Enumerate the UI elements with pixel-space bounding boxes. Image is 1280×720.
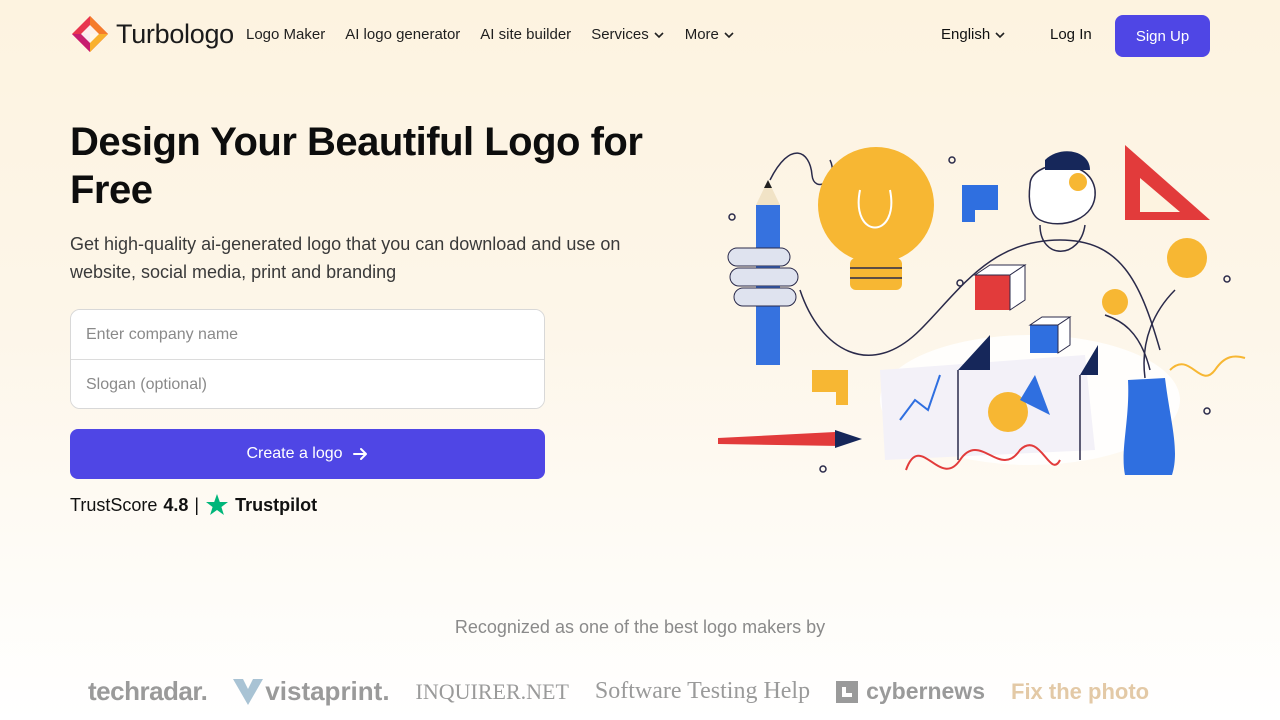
create-logo-label: Create a logo — [246, 445, 343, 462]
triangle-ruler-icon — [1125, 145, 1210, 220]
hero-title: Design Your Beautiful Logo for Free — [70, 120, 643, 212]
cybernews-mark-icon — [836, 680, 859, 703]
red-cube-icon — [973, 264, 1027, 311]
blue-cube-icon — [1028, 316, 1072, 354]
yellow-flag-shape — [812, 370, 848, 405]
chevron-down-icon — [995, 31, 1005, 38]
main-nav: Logo Maker AI logo generator AI site bui… — [246, 26, 735, 43]
pen-brush-icon — [718, 430, 862, 448]
login-link[interactable]: Log In — [1050, 26, 1092, 43]
blue-flag-shape — [962, 185, 998, 222]
brand-logo[interactable]: Turbologo — [70, 14, 234, 54]
nav-logo-maker[interactable]: Logo Maker — [246, 26, 325, 43]
trustpilot-name: Trustpilot — [235, 494, 318, 515]
top-navbar: Turbologo Logo Maker AI logo generator A… — [0, 0, 1280, 72]
yellow-wave-line — [1169, 355, 1246, 377]
press-logo-techradar: techradar. — [88, 676, 208, 706]
press-logo-software-testing-help: Software Testing Help — [594, 678, 811, 704]
hero-subtitle: Get high-quality ai-generated logo that … — [70, 234, 621, 282]
trustscore-value: 4.8 — [163, 494, 189, 515]
nav-more-dropdown[interactable]: More — [685, 26, 735, 43]
company-name-input[interactable] — [71, 310, 544, 359]
signup-button[interactable]: Sign Up — [1115, 15, 1210, 57]
vistaprint-mark-icon — [233, 678, 264, 705]
hero-illustration — [718, 145, 1246, 475]
nav-label: More — [684, 26, 719, 43]
vistaprint-text: vistaprint. — [265, 676, 390, 706]
hand-icon — [727, 247, 799, 307]
trustpilot-rating[interactable]: TrustScore 4.8 | Trustpilot — [70, 493, 317, 517]
trustscore-label: TrustScore — [70, 494, 158, 515]
turbologo-icon — [72, 16, 108, 52]
press-logo-cybernews: cybernews — [836, 678, 985, 705]
create-logo-button[interactable]: Create a logo — [70, 429, 545, 479]
chevron-down-icon — [724, 31, 734, 38]
language-label: English — [941, 26, 991, 43]
cybernews-text: cybernews — [866, 678, 985, 704]
nav-ai-site-builder[interactable]: AI site builder — [480, 26, 571, 43]
chart-board-icon — [880, 355, 1095, 460]
nav-services-dropdown[interactable]: Services — [591, 26, 665, 43]
trust-separator: | — [194, 494, 200, 515]
nav-label: Logo Maker — [246, 26, 326, 43]
press-logo-inquirer: INQUIRER.NET — [415, 678, 569, 704]
language-selector[interactable]: English — [941, 26, 1006, 43]
trustpilot-star-icon — [206, 494, 229, 515]
person-head-icon — [1028, 151, 1096, 252]
arrow-right-icon — [352, 448, 367, 460]
recognized-heading: Recognized as one of the best logo maker… — [454, 617, 826, 637]
nav-label: AI logo generator — [345, 26, 461, 43]
nav-label: AI site builder — [480, 26, 572, 43]
chevron-down-icon — [654, 31, 664, 38]
lightbulb-icon — [818, 147, 934, 290]
press-logo-vistaprint: vistaprint. — [233, 676, 390, 707]
squiggle-line — [769, 152, 833, 186]
nav-ai-logo-generator[interactable]: AI logo generator — [345, 26, 460, 43]
press-logo-fix-the-photo: Fix the photo — [1011, 678, 1150, 704]
press-logos: techradar. vistaprint. INQUIRER.NET Soft… — [88, 676, 1149, 707]
brand-name: Turbologo — [116, 18, 234, 49]
logo-form — [70, 309, 545, 409]
slogan-input[interactable] — [71, 360, 544, 408]
nav-label: Services — [591, 26, 649, 43]
